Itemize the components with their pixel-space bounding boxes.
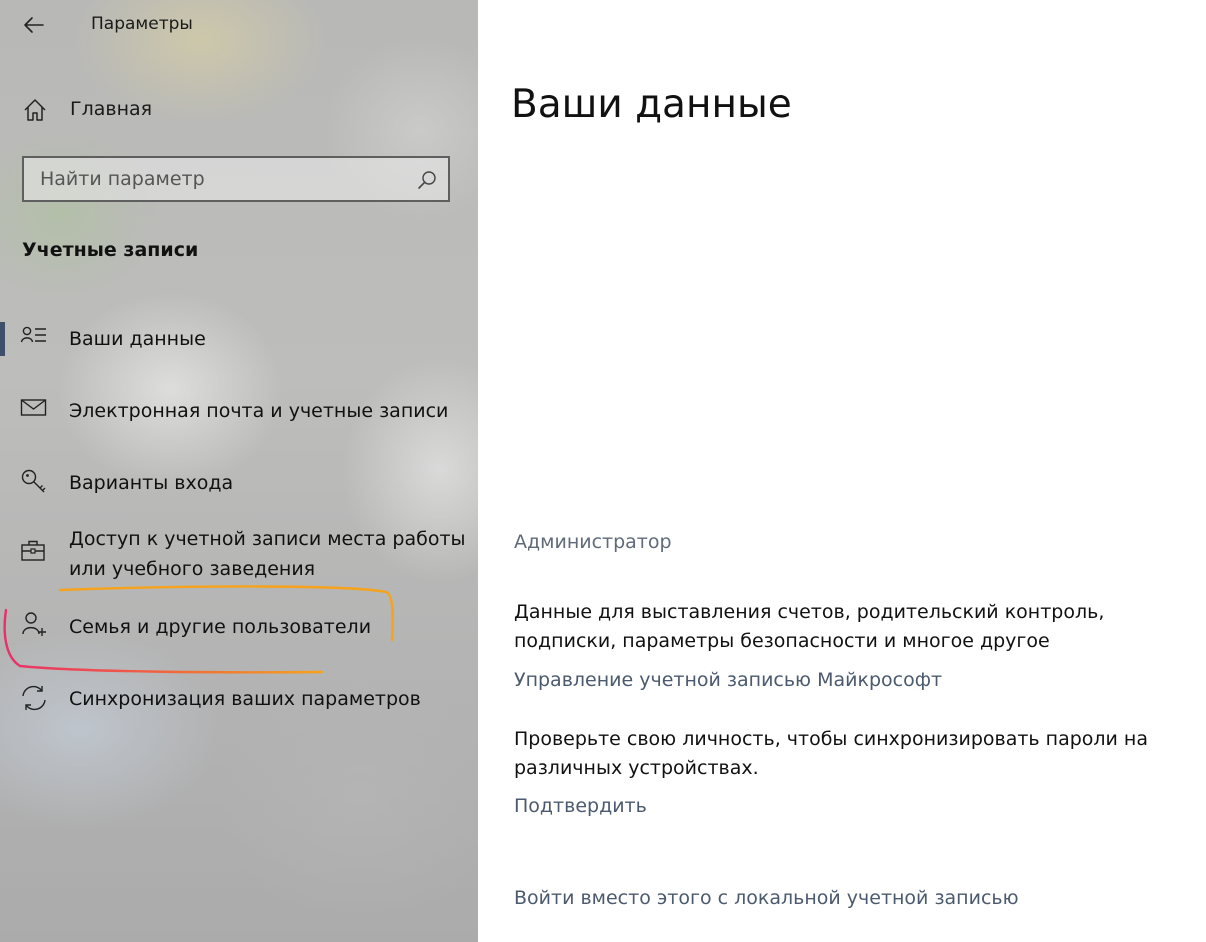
briefcase-icon: [21, 540, 45, 561]
section-heading: Учетные записи: [22, 239, 199, 261]
sidebar-item-label: Доступ к учетной записи места работы или…: [69, 528, 466, 580]
manage-microsoft-account-link[interactable]: Управление учетной записью Майкрософт: [514, 669, 942, 691]
sync-icon: [22, 685, 46, 711]
sidebar-item-sync[interactable]: Синхронизация ваших параметров: [0, 676, 478, 722]
verify-description: Проверьте свою личность, чтобы синхрониз…: [514, 728, 1148, 779]
key-icon: [21, 469, 46, 493]
account-role: Администратор: [514, 531, 672, 553]
verify-link[interactable]: Подтвердить: [514, 795, 647, 817]
sidebar-item-label: Варианты входа: [69, 472, 234, 494]
page-title: Ваши данные: [511, 82, 792, 127]
sidebar-item-email[interactable]: Электронная почта и учетные записи: [0, 388, 478, 434]
search-box[interactable]: [22, 156, 450, 202]
billing-description: Данные для выставления счетов, родительс…: [514, 601, 1105, 652]
sidebar-item-your-info[interactable]: Ваши данные: [0, 316, 478, 362]
search-icon[interactable]: [416, 169, 438, 191]
person-list-icon: [20, 326, 46, 343]
sidebar: Параметры Главная Учетные записи Ваши да…: [0, 0, 478, 942]
mail-icon: [20, 399, 47, 416]
sidebar-item-work-access[interactable]: Доступ к учетной записи места работы или…: [0, 522, 478, 586]
local-account-link[interactable]: Войти вместо этого с локальной учетной з…: [514, 887, 1019, 909]
app-title: Параметры: [91, 14, 193, 34]
back-arrow-icon: [24, 17, 44, 33]
highlight-annotation: [3, 585, 394, 674]
home-label: Главная: [70, 98, 153, 120]
home-nav-item[interactable]: Главная: [0, 86, 478, 134]
back-button[interactable]: [16, 8, 52, 42]
main-content: Ваши данные Администратор Данные для выс…: [478, 0, 1206, 942]
sidebar-item-label: Ваши данные: [69, 328, 206, 350]
home-icon: [24, 99, 46, 121]
sidebar-item-sign-in-options[interactable]: Варианты входа: [0, 460, 478, 506]
sidebar-item-label: Синхронизация ваших параметров: [69, 688, 421, 710]
title-bar: Параметры: [0, 0, 478, 50]
sidebar-item-label: Электронная почта и учетные записи: [69, 400, 449, 422]
search-input[interactable]: [24, 158, 420, 200]
settings-window: Параметры Главная Учетные записи Ваши да…: [0, 0, 1206, 942]
